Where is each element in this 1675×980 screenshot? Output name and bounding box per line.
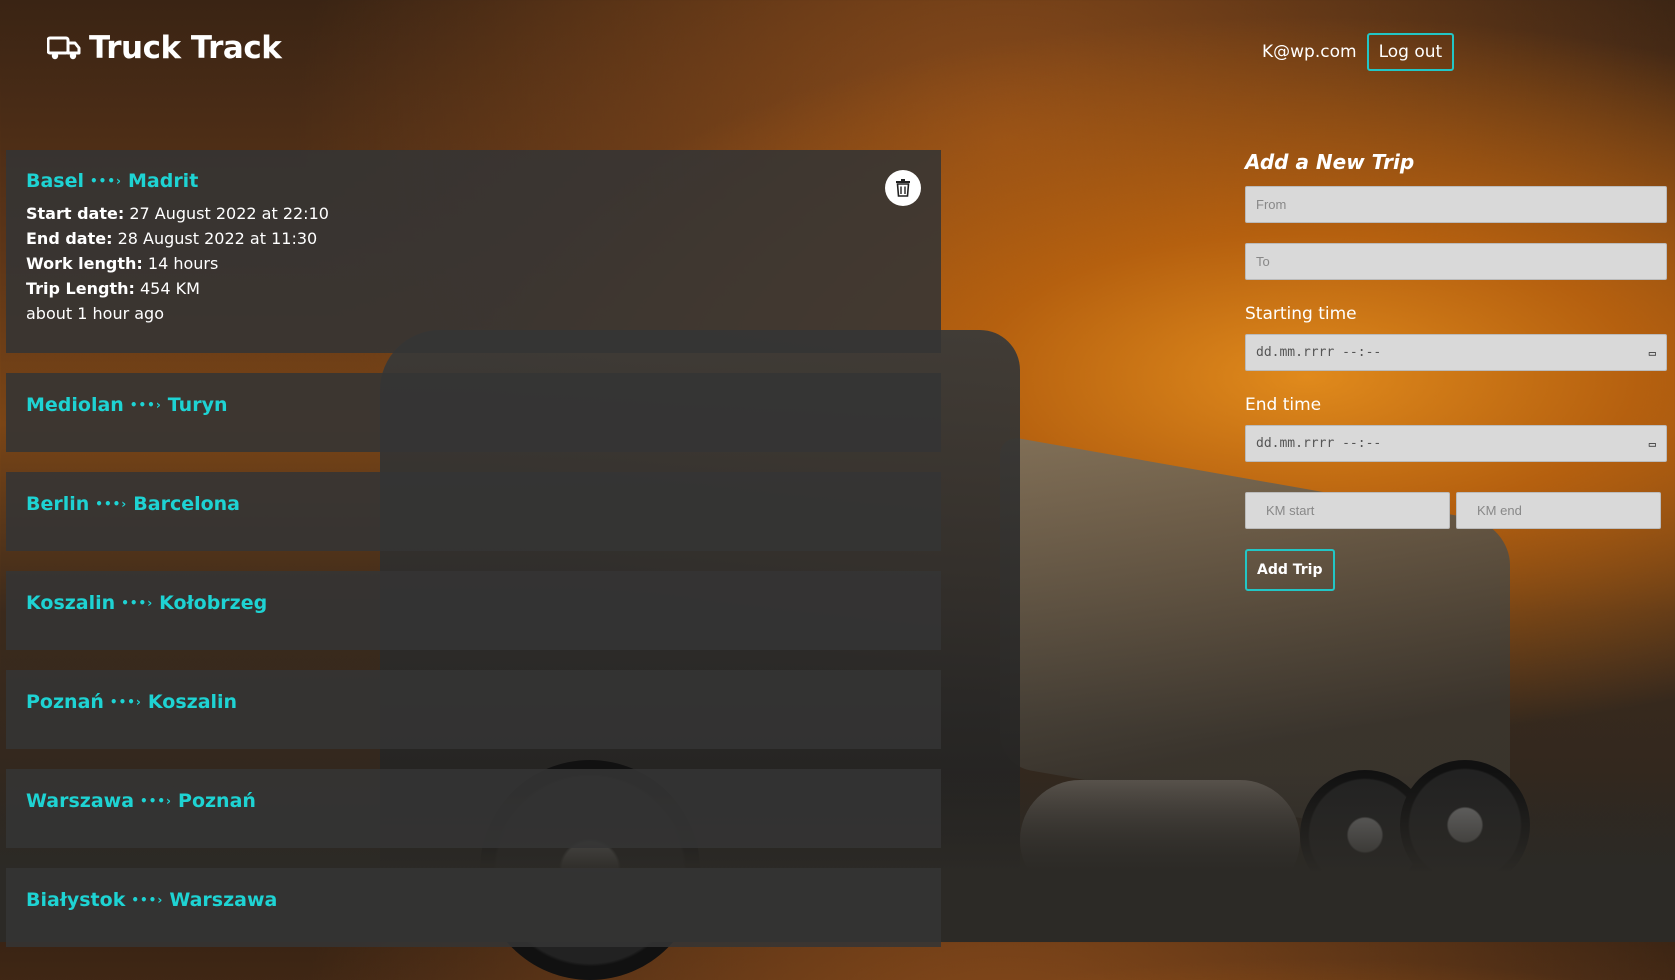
route-arrow-icon: •••›: [109, 695, 142, 709]
trip-route[interactable]: Berlin •••› Barcelona: [26, 493, 921, 515]
trip-length-value: 454 KM: [139, 279, 200, 298]
trash-icon: [896, 179, 910, 197]
route-arrow-icon: •••›: [131, 893, 164, 907]
start-date-label: Start date:: [26, 204, 125, 223]
trip-details: Start date: 27 August 2022 at 22:10 End …: [26, 201, 921, 326]
trip-to: Barcelona: [133, 493, 241, 515]
to-input[interactable]: To: [1245, 243, 1667, 280]
km-start-input[interactable]: KM start: [1245, 492, 1450, 529]
end-date-label: End date:: [26, 229, 113, 248]
end-time-label: End time: [1245, 395, 1322, 415]
route-arrow-icon: •••›: [95, 497, 128, 511]
km-row: KM start KM end: [1245, 492, 1667, 529]
brand-header[interactable]: Truck Track: [47, 30, 282, 66]
end-time-input[interactable]: dd.mm.rrrr --:-- ▭: [1245, 425, 1667, 462]
trip-route[interactable]: Koszalin •••› Kołobrzeg: [26, 592, 921, 614]
trip-from: Koszalin: [26, 592, 116, 614]
work-length-value: 14 hours: [147, 254, 219, 273]
truck-icon: [47, 36, 81, 60]
trip-list: Basel •••› Madrit Start date: 27 August …: [6, 150, 941, 967]
calendar-icon[interactable]: ▭: [1649, 437, 1656, 451]
route-arrow-icon: •••›: [90, 174, 122, 188]
trip-from: Warszawa: [26, 790, 135, 812]
work-length-label: Work length:: [26, 254, 143, 273]
starting-time-placeholder: dd.mm.rrrr --:--: [1256, 345, 1382, 360]
user-email: K@wp.com: [1262, 42, 1357, 62]
trip-card[interactable]: Białystok •••› Warszawa: [6, 868, 941, 947]
trip-to: Turyn: [167, 394, 228, 416]
logout-button[interactable]: Log out: [1366, 33, 1455, 71]
trip-card[interactable]: Basel •••› Madrit Start date: 27 August …: [6, 150, 941, 353]
trip-card[interactable]: Warszawa •••› Poznań: [6, 769, 941, 848]
starting-time-input[interactable]: dd.mm.rrrr --:-- ▭: [1245, 334, 1667, 371]
trip-length-row: Trip Length: 454 KM: [26, 276, 921, 301]
end-time-placeholder: dd.mm.rrrr --:--: [1256, 436, 1382, 451]
km-end-input[interactable]: KM end: [1456, 492, 1661, 529]
trip-to: Warszawa: [169, 889, 278, 911]
trip-to: Koszalin: [147, 691, 238, 713]
start-date-value: 27 August 2022 at 22:10: [129, 204, 329, 223]
trip-length-label: Trip Length:: [26, 279, 135, 298]
start-date-row: Start date: 27 August 2022 at 22:10: [26, 201, 921, 226]
trip-route[interactable]: Poznań •••› Koszalin: [26, 691, 921, 713]
trip-route[interactable]: Basel •••› Madrit: [26, 170, 921, 192]
form-title: Add a New Trip: [1245, 150, 1415, 174]
route-arrow-icon: •••›: [129, 398, 162, 412]
route-arrow-icon: •••›: [140, 794, 173, 808]
trip-route[interactable]: Białystok •••› Warszawa: [26, 889, 921, 911]
trip-card[interactable]: Poznań •••› Koszalin: [6, 670, 941, 749]
work-length-row: Work length: 14 hours: [26, 251, 921, 276]
trip-from: Berlin: [26, 493, 90, 515]
relative-time: about 1 hour ago: [26, 304, 164, 323]
route-arrow-icon: •••›: [121, 596, 154, 610]
trip-to: Kołobrzeg: [159, 592, 268, 614]
trip-from: Basel: [26, 170, 85, 192]
trip-route[interactable]: Warszawa •••› Poznań: [26, 790, 921, 812]
add-trip-button[interactable]: Add Trip: [1245, 549, 1335, 591]
trip-card[interactable]: Koszalin •••› Kołobrzeg: [6, 571, 941, 650]
trip-card[interactable]: Berlin •••› Barcelona: [6, 472, 941, 551]
user-area: K@wp.com Log out: [1262, 33, 1455, 71]
brand-title: Truck Track: [89, 30, 282, 66]
trip-from: Poznań: [26, 691, 104, 713]
delete-trip-button[interactable]: [885, 170, 921, 206]
trip-card[interactable]: Mediolan •••› Turyn: [6, 373, 941, 452]
trip-to: Madrit: [127, 170, 199, 192]
end-date-value: 28 August 2022 at 11:30: [117, 229, 318, 248]
trip-route[interactable]: Mediolan •••› Turyn: [26, 394, 921, 416]
add-trip-form: Add a New Trip From To Starting time dd.…: [1245, 150, 1667, 591]
starting-time-label: Starting time: [1245, 304, 1357, 324]
trip-to: Poznań: [178, 790, 256, 812]
calendar-icon[interactable]: ▭: [1649, 346, 1656, 360]
trip-from: Białystok: [26, 889, 126, 911]
end-date-row: End date: 28 August 2022 at 11:30: [26, 226, 921, 251]
from-input[interactable]: From: [1245, 186, 1667, 223]
trip-from: Mediolan: [26, 394, 124, 416]
